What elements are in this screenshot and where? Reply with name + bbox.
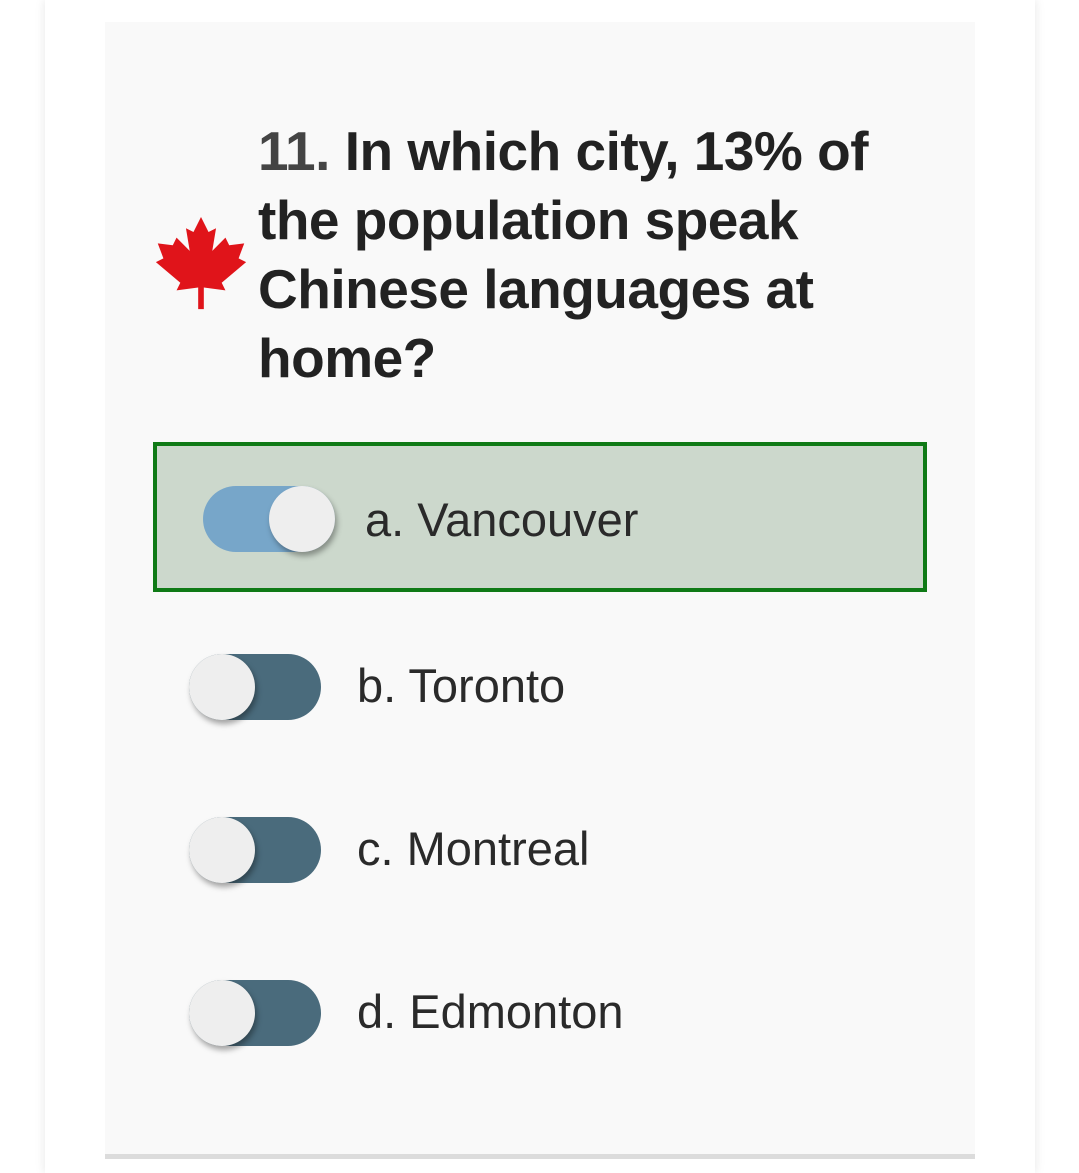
toggle-knob: [189, 980, 255, 1046]
option-c-label: c. Montreal: [357, 822, 590, 875]
option-a-toggle[interactable]: [203, 486, 335, 552]
option-a[interactable]: a. Vancouver: [153, 442, 927, 592]
question-number: 11.: [258, 120, 330, 182]
toggle-knob: [189, 654, 255, 720]
option-a-label: a. Vancouver: [365, 493, 639, 546]
toggle-knob: [189, 817, 255, 883]
option-c-toggle[interactable]: [189, 817, 321, 883]
toggle-knob: [269, 486, 335, 552]
page: 11. In which city, 13% of the population…: [0, 0, 1079, 1173]
option-d-toggle[interactable]: [189, 980, 321, 1046]
option-d[interactable]: d. Edmonton: [153, 938, 927, 1088]
option-c[interactable]: c. Montreal: [153, 775, 927, 925]
question-text: 11. In which city, 13% of the population…: [258, 117, 908, 393]
option-b[interactable]: b. Toronto: [153, 612, 927, 762]
option-b-toggle[interactable]: [189, 654, 321, 720]
question-body: In which city, 13% of the population spe…: [258, 120, 869, 389]
option-d-label: d. Edmonton: [357, 985, 624, 1038]
maple-leaf-icon: [155, 217, 247, 310]
option-b-label: b. Toronto: [357, 659, 566, 712]
